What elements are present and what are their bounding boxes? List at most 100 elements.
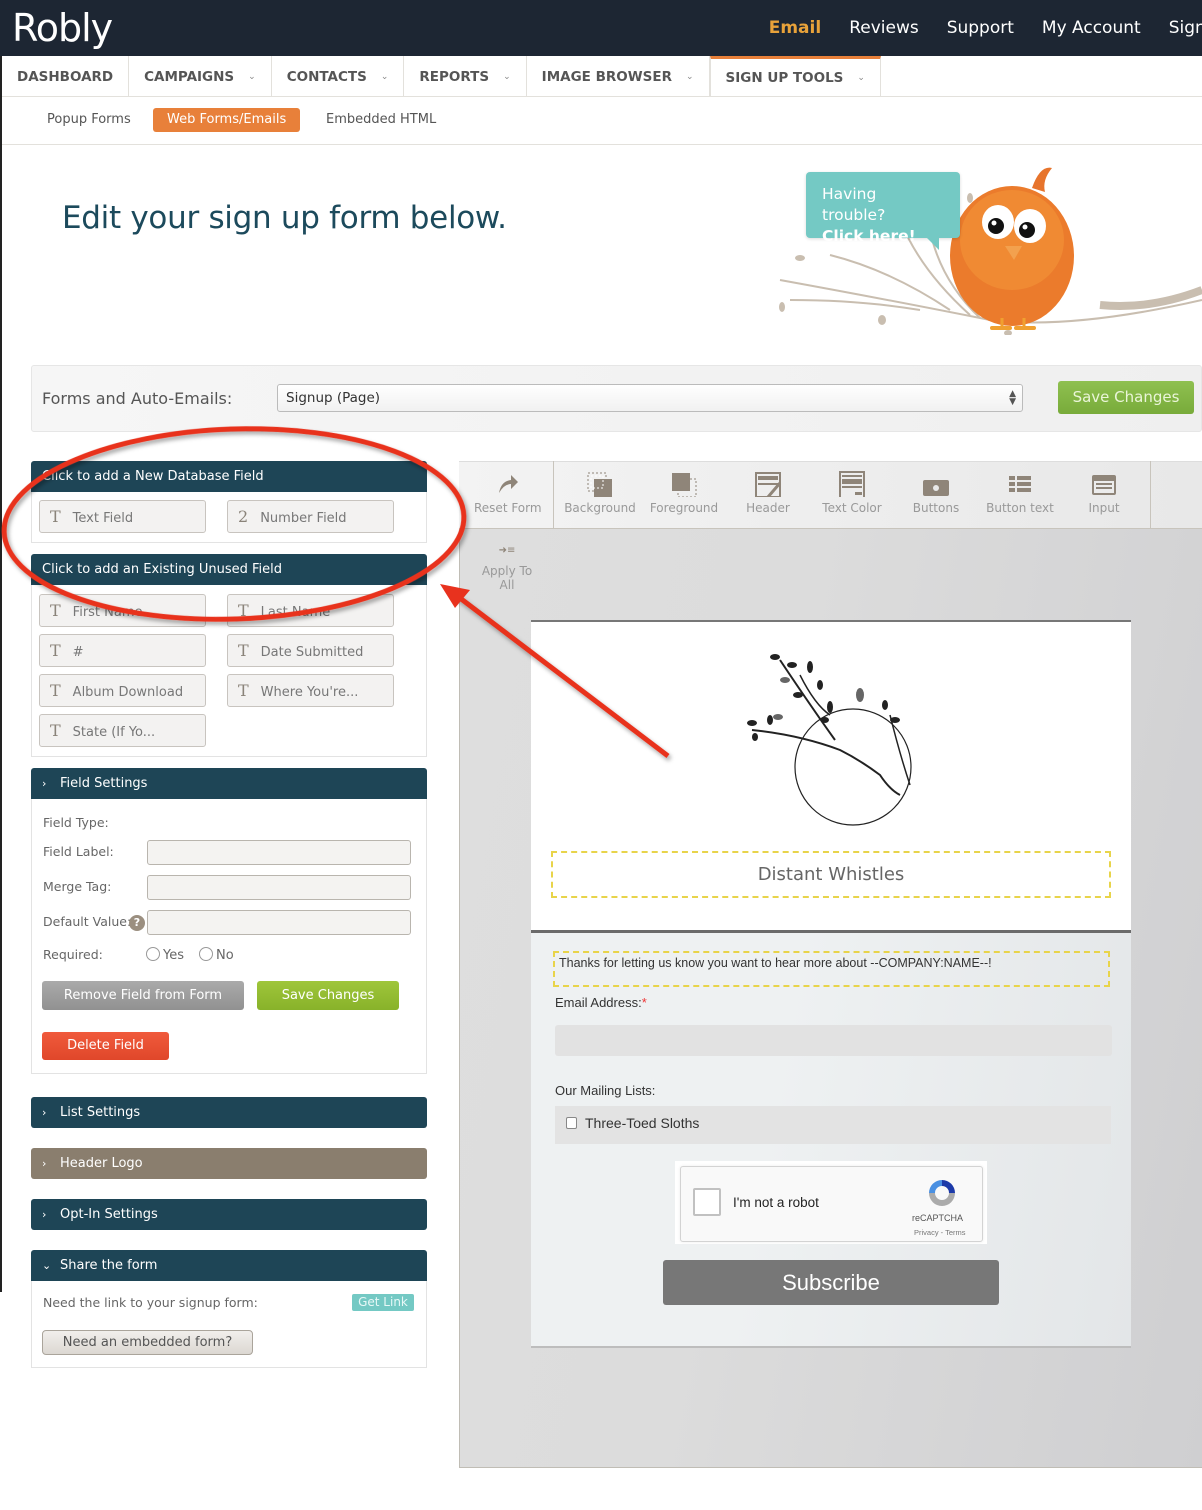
nav-support[interactable]: Support <box>947 18 1014 38</box>
tab-label: CONTACTS <box>286 68 367 85</box>
buttons-tool[interactable]: Buttons <box>910 461 962 529</box>
text-type-icon: T <box>50 601 61 620</box>
text-type-icon: T <box>238 681 249 700</box>
remove-field-button[interactable]: Remove Field from Form <box>42 981 244 1010</box>
opt-in-settings-header[interactable]: › Opt-In Settings <box>31 1199 427 1230</box>
text-type-icon: T <box>50 641 61 660</box>
nav-my-account[interactable]: My Account <box>1042 18 1141 38</box>
existing-field-state[interactable]: T State (If Yo... <box>39 714 206 747</box>
chevron-right-icon: › <box>42 1106 47 1119</box>
nav-reviews[interactable]: Reviews <box>849 18 919 38</box>
text-color-tool[interactable]: Text Color <box>820 461 884 529</box>
tool-label: Foreground <box>649 501 719 515</box>
tab-sign-up-tools[interactable]: SIGN UP TOOLS ⌄ <box>709 56 881 97</box>
get-link-button[interactable]: Get Link <box>352 1294 414 1311</box>
tool-label: Header <box>746 501 790 515</box>
input-tool[interactable]: Input <box>1080 461 1128 529</box>
leaves-icon <box>747 654 900 741</box>
recaptcha-text: I'm not a robot <box>733 1195 819 1210</box>
merge-tag-label: Merge Tag: <box>43 879 112 894</box>
help-bubble[interactable]: Having trouble? Click here! <box>806 172 960 245</box>
required-yes-radio[interactable] <box>146 947 160 961</box>
tab-contacts[interactable]: CONTACTS ⌄ <box>272 56 405 97</box>
mailing-list-checkbox[interactable] <box>566 1117 577 1129</box>
existing-field-panel-header: Click to add an Existing Unused Field <box>31 554 427 585</box>
required-yes-label: Yes <box>163 948 184 963</box>
chevron-down-icon: ⌄ <box>42 1259 52 1272</box>
robly-logo[interactable]: Robly <box>12 6 113 50</box>
field-label: # <box>72 645 84 660</box>
existing-field-where-youre[interactable]: T Where You're... <box>227 674 394 707</box>
merge-tag-input[interactable] <box>147 875 411 900</box>
save-changes-button[interactable]: Save Changes <box>1058 381 1194 414</box>
reset-form-tool[interactable]: Reset Form <box>474 461 542 529</box>
field-settings-header[interactable]: › Field Settings <box>31 768 427 799</box>
subtab-popup-forms[interactable]: Popup Forms <box>33 108 145 132</box>
recaptcha-checkbox[interactable] <box>693 1188 721 1216</box>
existing-field-last-name[interactable]: T Last Name <box>227 594 394 627</box>
tab-image-browser[interactable]: IMAGE BROWSER ⌄ <box>527 56 710 97</box>
new-field-panel-header: Click to add a New Database Field <box>31 461 427 492</box>
subtab-embedded-html[interactable]: Embedded HTML <box>312 108 450 132</box>
preview-thanks-text[interactable]: Thanks for letting us know you want to h… <box>553 951 1110 987</box>
tool-label: Buttons <box>912 501 960 515</box>
chevron-down-icon: ⌄ <box>685 71 694 82</box>
nav-sign-out[interactable]: Sign Out <box>1169 18 1202 38</box>
toolbar-divider <box>553 461 554 529</box>
embedded-form-button[interactable]: Need an embedded form? <box>42 1330 253 1355</box>
chevron-down-icon: ⌄ <box>380 71 389 82</box>
default-value-label: Default Value: <box>43 914 132 929</box>
text-type-icon: T <box>50 681 61 700</box>
tab-campaigns[interactable]: CAMPAIGNS ⌄ <box>129 56 272 97</box>
add-text-field-button[interactable]: T Text Field <box>39 500 206 533</box>
add-number-field-button[interactable]: 2 Number Field <box>227 500 394 533</box>
panel-title: Header Logo <box>60 1156 143 1171</box>
mailing-lists-label: Our Mailing Lists: <box>555 1083 656 1098</box>
chevron-right-icon: › <box>42 1208 47 1221</box>
sub-tabs: Popup Forms Web Forms/Emails Embedded HT… <box>2 97 1202 145</box>
required-no-radio[interactable] <box>199 947 213 961</box>
field-label: Date Submitted <box>260 645 364 660</box>
tool-label: Text Color <box>822 501 882 515</box>
existing-field-hash[interactable]: T # <box>39 634 206 667</box>
preview-email-input[interactable] <box>555 1025 1112 1056</box>
share-form-header[interactable]: ⌄ Share the form <box>31 1250 427 1281</box>
panel-title: List Settings <box>60 1105 141 1120</box>
subscribe-button[interactable]: Subscribe <box>663 1260 999 1305</box>
default-value-input[interactable] <box>147 910 411 935</box>
existing-field-first-name[interactable]: T First Name <box>39 594 206 627</box>
delete-field-button[interactable]: Delete Field <box>42 1032 169 1060</box>
nav-email[interactable]: Email <box>769 18 821 38</box>
list-settings-header[interactable]: › List Settings <box>31 1097 427 1128</box>
forms-select[interactable]: Signup (Page) ▲ ▼ <box>277 384 1023 412</box>
field-label: Album Download <box>72 685 184 700</box>
apply-to-all-tool[interactable]: ➜≡ Apply To All <box>474 545 540 592</box>
mailing-list-label: Three-Toed Sloths <box>585 1115 700 1131</box>
background-icon <box>587 472 612 497</box>
chevron-down-icon: ⌄ <box>248 71 256 82</box>
subtab-web-forms[interactable]: Web Forms/Emails <box>153 108 301 132</box>
help-question-icon[interactable]: ? <box>129 915 145 931</box>
header-tool[interactable]: Header <box>740 461 796 529</box>
recaptcha-privacy-terms[interactable]: Privacy - Terms <box>914 1228 966 1237</box>
button-text-tool[interactable]: Button text <box>986 461 1054 529</box>
field-save-changes-button[interactable]: Save Changes <box>257 981 399 1010</box>
field-label-label: Field Label: <box>43 844 114 859</box>
background-tool[interactable]: Background <box>563 461 637 529</box>
preview-header-text[interactable]: Distant Whistles <box>551 851 1111 898</box>
help-click-here-link[interactable]: Click here! <box>822 227 916 245</box>
button-text-icon <box>1009 476 1031 492</box>
help-line-1: Having trouble? <box>822 185 886 224</box>
help-bubble-tail <box>925 236 939 250</box>
tab-dashboard[interactable]: DASHBOARD <box>2 56 130 97</box>
foreground-tool[interactable]: Foreground <box>648 461 720 529</box>
text-type-icon: T <box>238 641 249 660</box>
existing-field-date-submitted[interactable]: T Date Submitted <box>227 634 394 667</box>
existing-field-album-download[interactable]: T Album Download <box>39 674 206 707</box>
tree-moon-logo[interactable] <box>740 645 920 830</box>
tab-reports[interactable]: REPORTS ⌄ <box>404 56 527 97</box>
buttons-icon <box>923 480 949 496</box>
field-label-input[interactable] <box>147 840 411 865</box>
tab-label: REPORTS <box>419 68 490 85</box>
header-logo-header[interactable]: › Header Logo <box>31 1148 427 1179</box>
